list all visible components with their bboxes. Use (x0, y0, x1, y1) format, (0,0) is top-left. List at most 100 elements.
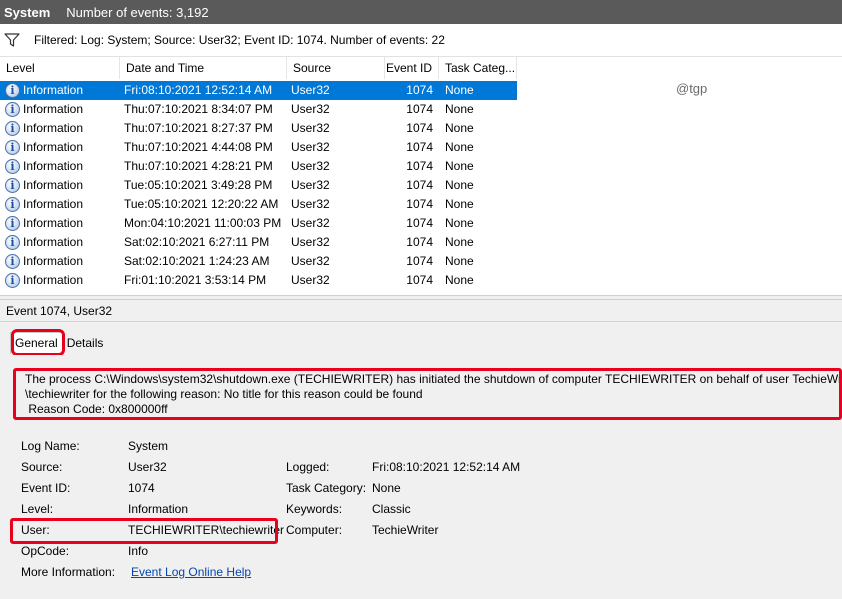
event-level-cell: i Information (0, 252, 120, 271)
event-row[interactable]: i Information Thu:07:10:2021 4:44:08 PM Use… (0, 138, 517, 157)
event-log-online-help-link[interactable]: Event Log Online Help (131, 565, 251, 579)
event-level: Information (23, 235, 84, 249)
event-count: Number of events: 3,192 (66, 4, 209, 20)
column-header-level[interactable]: Level (0, 57, 120, 79)
detail-tabs: General Details (10, 330, 107, 354)
information-icon: i (5, 121, 20, 136)
event-id: 1074 (406, 273, 433, 287)
event-source: User32 (291, 254, 330, 268)
column-header-task-category[interactable]: Task Categ... (439, 57, 517, 79)
event-date: Tue:05:10:2021 3:49:28 PM (124, 178, 273, 192)
events-grid: Level Date and Time Source Event ID Task… (0, 57, 842, 295)
information-icon: i (5, 159, 20, 174)
event-row[interactable]: i Information Sat:02:10:2021 1:24:23 AM Use… (0, 252, 517, 271)
event-id: 1074 (406, 254, 433, 268)
event-level: Information (23, 159, 84, 173)
logged-value: Fri:08:10:2021 12:52:14 AM (372, 460, 521, 474)
event-task-category: None (445, 216, 474, 230)
filter-text: Filtered: Log: System; Source: User32; E… (34, 33, 445, 47)
source-value: User32 (128, 460, 167, 474)
event-id: 1074 (406, 216, 433, 230)
event-source: User32 (291, 216, 330, 230)
event-level: Information (23, 83, 84, 97)
task-category-label: Task Category: (286, 481, 367, 495)
event-level-cell: i Information (0, 233, 120, 252)
event-task-category: None (445, 83, 474, 97)
opcode-value: Info (128, 544, 149, 558)
column-header-event-id[interactable]: Event ID (385, 57, 439, 79)
title-bar: System Number of events: 3,192 (0, 0, 842, 24)
event-row[interactable]: i Information Sat:02:10:2021 6:27:11 PM Use… (0, 233, 517, 252)
event-source: User32 (291, 121, 330, 135)
event-source: User32 (291, 197, 330, 211)
information-icon: i (5, 235, 20, 250)
user-label: User: (21, 523, 50, 537)
event-row[interactable]: i Information Tue:05:10:2021 3:49:28 PM Use… (0, 176, 517, 195)
column-header-source[interactable]: Source (287, 57, 385, 79)
level-label: Level: (21, 502, 54, 516)
more-info-label: More Information: (21, 565, 116, 579)
event-task-category: None (445, 121, 474, 135)
information-icon: i (5, 140, 20, 155)
event-date: Sat:02:10:2021 6:27:11 PM (124, 235, 270, 249)
event-id: 1074 (406, 83, 433, 97)
event-level-cell: i Information (0, 157, 120, 176)
event-id: 1074 (406, 235, 433, 249)
information-icon: i (5, 197, 20, 212)
event-date: Fri:01:10:2021 3:53:14 PM (124, 273, 267, 287)
computer-value: TechieWriter (372, 523, 439, 537)
watermark: @tgp (676, 81, 708, 96)
source-label: Source: (21, 460, 63, 474)
event-id: 1074 (406, 159, 433, 173)
information-icon: i (5, 216, 20, 231)
event-source: User32 (291, 273, 330, 287)
event-level-cell: i Information (0, 81, 120, 100)
event-source: User32 (291, 83, 330, 97)
filter-icon[interactable] (4, 33, 20, 47)
event-row[interactable]: i Information Thu:07:10:2021 8:34:07 PM Use… (0, 100, 517, 119)
event-id: 1074 (406, 102, 433, 116)
event-task-category: None (445, 159, 474, 173)
message-line: Reason Code: 0x800000ff (25, 402, 168, 416)
event-id: 1074 (406, 197, 433, 211)
event-id: 1074 (406, 178, 433, 192)
event-task-category: None (445, 273, 474, 287)
information-icon: i (5, 102, 20, 117)
event-date: Tue:05:10:2021 12:20:22 AM (124, 197, 279, 211)
event-level: Information (23, 102, 84, 116)
column-header-date[interactable]: Date and Time (120, 57, 287, 79)
event-row[interactable]: i Information Thu:07:10:2021 4:28:21 PM Use… (0, 157, 517, 176)
information-icon: i (5, 273, 20, 288)
filter-bar: Filtered: Log: System; Source: User32; E… (0, 24, 842, 57)
event-date: Thu:07:10:2021 4:44:08 PM (124, 140, 273, 154)
event-id-label: Event ID: (21, 481, 71, 495)
keywords-label: Keywords: (286, 502, 343, 516)
event-row[interactable]: i Information Tue:05:10:2021 12:20:22 AM Us… (0, 195, 517, 214)
event-detail-pane: Event 1074, User32 General Details The p… (0, 300, 842, 599)
event-date: Thu:07:10:2021 4:28:21 PM (124, 159, 273, 173)
event-id: 1074 (406, 140, 433, 154)
event-row[interactable]: i Information Mon:04:10:2021 11:00:03 PM Us… (0, 214, 517, 233)
event-level: Information (23, 254, 84, 268)
logged-label: Logged: (286, 460, 330, 474)
user-value: TECHIEWRITER\techiewriter (128, 523, 285, 537)
information-icon: i (5, 178, 20, 193)
event-level: Information (23, 216, 84, 230)
event-task-category: None (445, 197, 474, 211)
event-date: Sat:02:10:2021 1:24:23 AM (124, 254, 270, 268)
opcode-label: OpCode: (21, 544, 70, 558)
tab-details[interactable]: Details (63, 334, 108, 354)
event-row[interactable]: i Information Fri:08:10:2021 12:52:14 AM Us… (0, 81, 517, 100)
event-level-cell: i Information (0, 138, 120, 157)
event-row[interactable]: i Information Thu:07:10:2021 8:27:37 PM Use… (0, 119, 517, 138)
event-source: User32 (291, 159, 330, 173)
event-row[interactable]: i Information Fri:01:10:2021 3:53:14 PM Use… (0, 271, 517, 290)
event-task-category: None (445, 102, 474, 116)
event-message: The process C:\Windows\system32\shutdown… (20, 369, 842, 420)
event-source: User32 (291, 178, 330, 192)
tab-general[interactable]: General (10, 332, 63, 354)
event-id-value: 1074 (128, 481, 155, 495)
event-task-category: None (445, 140, 474, 154)
event-level: Information (23, 273, 84, 287)
event-id: 1074 (406, 121, 433, 135)
